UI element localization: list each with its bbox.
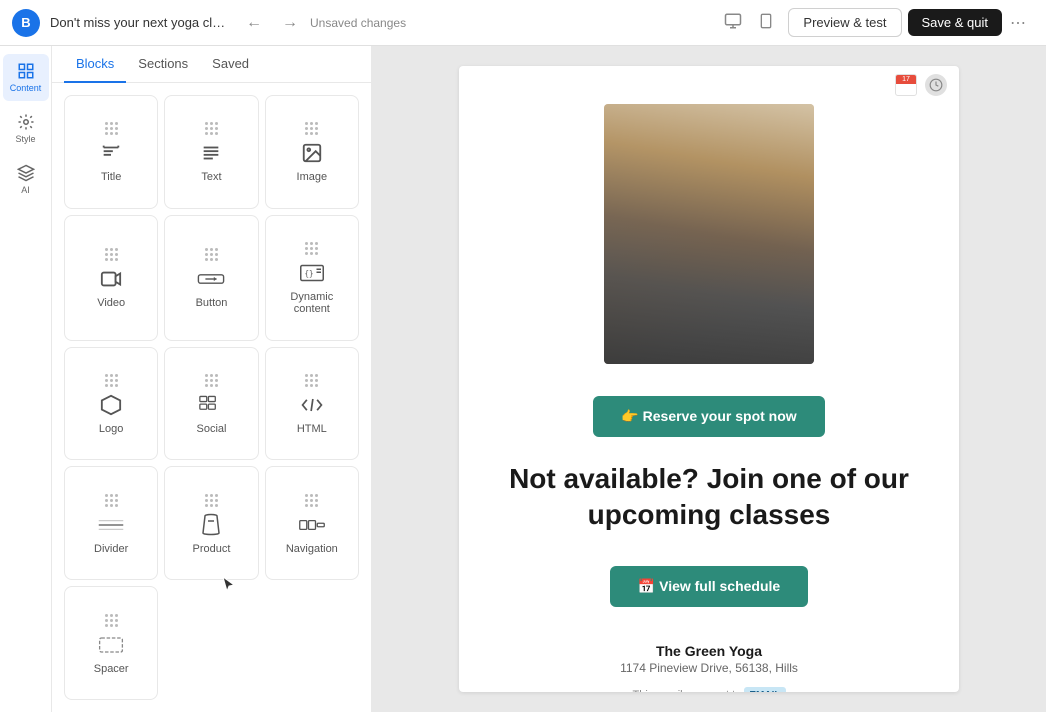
block-html[interactable]: HTML [265, 347, 359, 461]
undo-button[interactable]: ← [240, 10, 268, 36]
block-spacer-label: Spacer [94, 663, 129, 675]
block-logo[interactable]: Logo [64, 347, 158, 461]
tab-saved[interactable]: Saved [200, 46, 261, 83]
schedule-btn-container: 📅 View full schedule [459, 550, 959, 623]
device-switcher [718, 8, 780, 38]
unsaved-status: Unsaved changes [310, 16, 406, 30]
sidebar-item-style[interactable]: Style [3, 105, 49, 152]
svg-text:{}: {} [304, 269, 313, 278]
yoga-image [604, 104, 814, 364]
sidebar-item-content[interactable]: Content [3, 54, 49, 101]
block-product-label: Product [193, 543, 231, 555]
text-icon [200, 139, 222, 167]
sidebar-label-style: Style [15, 134, 35, 144]
company-address: 1174 Pineview Drive, 56138, Hills [479, 661, 939, 675]
clock-icon [925, 74, 947, 96]
product-icon [201, 511, 221, 539]
blocks-grid: Title Text [52, 83, 371, 712]
drag-handle [305, 494, 318, 507]
drag-handle [305, 374, 318, 387]
email-headline: Not available? Join one of our upcoming … [459, 453, 959, 542]
title-icon [100, 139, 122, 167]
email-tag: EMAIL [744, 687, 785, 692]
drag-handle [105, 122, 118, 135]
logo-icon [100, 391, 122, 419]
block-divider-label: Divider [94, 543, 128, 555]
blocks-panel: Blocks Sections Saved Title [52, 46, 372, 712]
block-divider[interactable]: Divider [64, 466, 158, 580]
main-area: Content Style AI Blocks Sections Saved [0, 46, 1046, 712]
more-options-button[interactable]: ⋯ [1002, 9, 1034, 37]
navigation-icon [298, 511, 326, 539]
block-image-label: Image [297, 171, 328, 183]
drag-handle [305, 122, 318, 135]
social-icon [199, 391, 223, 419]
sidebar-label-content: Content [10, 83, 42, 93]
block-navigation[interactable]: Navigation [265, 466, 359, 580]
sidebar-item-ai[interactable]: AI [3, 156, 49, 203]
block-spacer[interactable]: Spacer [64, 586, 158, 700]
email-title: Don't miss your next yoga clas... [50, 15, 230, 30]
block-dynamic-content[interactable]: {} Dynamic content [265, 215, 359, 341]
tab-sections[interactable]: Sections [126, 46, 200, 83]
drag-handle [105, 494, 118, 507]
block-title[interactable]: Title [64, 95, 158, 209]
email-canvas: 17 👉 Reserve your sp [459, 66, 959, 692]
app-logo: B [12, 9, 40, 37]
block-html-label: HTML [297, 423, 327, 435]
drag-handle [105, 614, 118, 627]
view-schedule-button[interactable]: 📅 View full schedule [610, 566, 808, 607]
block-navigation-label: Navigation [286, 543, 338, 555]
undo-redo-actions: ← → [240, 10, 304, 36]
reserve-spot-button[interactable]: 👉 Reserve your spot now [593, 396, 824, 437]
mobile-view-button[interactable] [752, 8, 780, 38]
drag-handle [305, 242, 318, 255]
image-icon [301, 139, 323, 167]
spacer-icon [97, 631, 125, 659]
block-product[interactable]: Product [164, 466, 258, 580]
calendar-icon: 17 [895, 74, 917, 96]
drag-handle [205, 122, 218, 135]
divider-icon [97, 511, 125, 539]
notice-text-1: This email was sent to [633, 689, 742, 692]
drag-handle [205, 248, 218, 261]
redo-button[interactable]: → [276, 10, 304, 36]
email-preview-area: 17 👉 Reserve your sp [372, 46, 1046, 712]
html-icon [300, 391, 324, 419]
save-quit-button[interactable]: Save & quit [908, 9, 1003, 36]
block-text[interactable]: Text [164, 95, 258, 209]
email-footer: The Green Yoga 1174 Pineview Drive, 5613… [459, 623, 959, 692]
dynamic-content-icon: {} [300, 259, 324, 287]
block-text-label: Text [201, 171, 221, 183]
button-icon [197, 265, 225, 293]
block-button[interactable]: Button [164, 215, 258, 341]
yoga-image-container [459, 104, 959, 364]
block-logo-label: Logo [99, 423, 123, 435]
desktop-view-button[interactable] [718, 8, 748, 38]
sidebar-label-ai: AI [21, 185, 30, 195]
block-image[interactable]: Image [265, 95, 359, 209]
drag-handle [205, 374, 218, 387]
block-video[interactable]: Video [64, 215, 158, 341]
video-icon [100, 265, 122, 293]
block-title-label: Title [101, 171, 121, 183]
block-video-label: Video [97, 297, 125, 309]
drag-handle [205, 494, 218, 507]
preview-test-button[interactable]: Preview & test [788, 8, 901, 37]
email-notice: This email was sent to EMAIL You've rece… [479, 687, 939, 692]
drag-handle [105, 374, 118, 387]
reserve-btn-container: 👉 Reserve your spot now [459, 380, 959, 453]
email-header-icons: 17 [459, 66, 959, 104]
topbar: B Don't miss your next yoga clas... ← → … [0, 0, 1046, 46]
block-social[interactable]: Social [164, 347, 258, 461]
block-button-label: Button [196, 297, 228, 309]
block-social-label: Social [197, 423, 227, 435]
tab-blocks[interactable]: Blocks [64, 46, 126, 83]
company-name: The Green Yoga [479, 643, 939, 659]
block-dynamic-label: Dynamic content [272, 291, 352, 315]
sidebar-icons: Content Style AI [0, 46, 52, 712]
blocks-tabs: Blocks Sections Saved [52, 46, 371, 83]
drag-handle [105, 248, 118, 261]
